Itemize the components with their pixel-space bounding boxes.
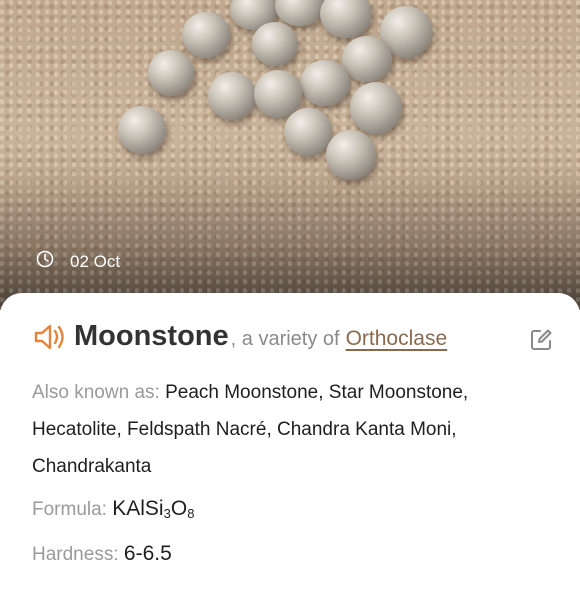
bead [326,130,376,180]
also-known-as: Also known as: Peach Moonstone, Star Moo… [32,374,552,485]
formula-row: Formula: KAlSi3O8 [32,490,552,532]
formula-value: KAlSi3O8 [112,497,195,521]
clock-icon [36,250,54,273]
formula-label: Formula: [32,499,107,520]
bead [350,82,402,134]
bead [380,6,432,58]
bead [252,22,298,66]
bead [182,12,230,58]
hardness-label: Hardness: [32,544,119,565]
bead [148,50,194,96]
bead [320,0,372,38]
variety-text: , a variety of [230,328,340,350]
hardness-value: 6-6.5 [123,542,172,565]
parent-mineral-link[interactable]: Orthoclase [346,327,448,351]
bead [342,36,392,82]
speaker-icon[interactable] [32,322,68,352]
bead [230,0,278,30]
mineral-name: Moonstone [74,320,229,352]
mineral-title-row: Moonstone , a variety of Orthoclase [32,320,552,353]
bead [300,60,350,106]
bead [284,108,332,156]
bead [275,0,325,26]
photo-date-row: 02 Oct [36,250,120,273]
edit-icon[interactable] [528,327,554,353]
photo-date: 02 Oct [70,251,121,271]
bead [118,106,166,154]
also-known-label: Also known as: [32,382,160,403]
hardness-row: Hardness: 6-6.5 [32,535,552,573]
bead [208,72,256,120]
bead [254,70,302,118]
